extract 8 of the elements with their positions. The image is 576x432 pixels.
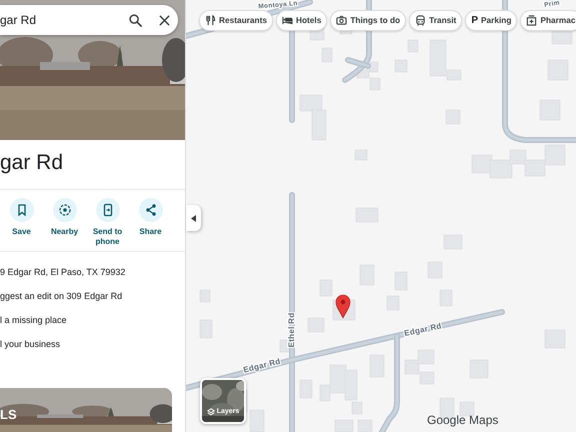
parking-icon: P xyxy=(471,13,478,28)
street-label: Ethel Rd xyxy=(287,312,296,348)
place-title: gar Rd xyxy=(0,150,64,176)
street-label: Edgar Rd xyxy=(242,356,282,375)
street-label: Edgar Rd xyxy=(403,321,442,338)
google-maps-logo: Google Maps xyxy=(427,412,498,429)
photo-card-label: LS xyxy=(0,406,17,424)
search-text: gar Rd xyxy=(0,12,38,29)
